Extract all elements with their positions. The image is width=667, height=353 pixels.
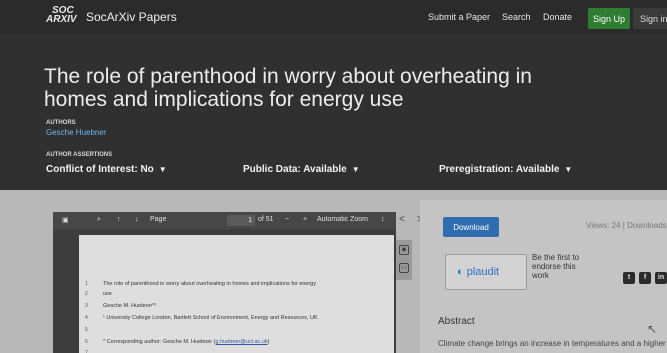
page-total: of 51 xyxy=(258,216,274,223)
twitter-icon[interactable]: t xyxy=(623,272,635,284)
sign-up-button[interactable]: Sign Up xyxy=(588,8,630,29)
line-number: 4 xyxy=(85,315,88,321)
author-link[interactable]: Gesche Huebner xyxy=(46,128,106,137)
conflict-of-interest-dropdown[interactable]: Conflict of Interest: No ▼ xyxy=(46,164,167,175)
abstract-text: Climate change brings an increase in tem… xyxy=(438,339,666,348)
abstract-heading: Abstract xyxy=(438,316,475,327)
submit-paper-link[interactable]: Submit a Paper xyxy=(428,12,490,22)
corresponding-author-text: * Corresponding author: Gesche M. Huebne… xyxy=(103,339,213,345)
facebook-icon[interactable]: f xyxy=(639,272,651,284)
plaudit-widget[interactable]: ◐ plaudit xyxy=(445,254,527,290)
eye-icon[interactable]: ◉ xyxy=(399,245,409,255)
doc-line: ¹ University College London, Bartlett Sc… xyxy=(103,315,318,321)
caret-down-icon: ▼ xyxy=(351,165,360,174)
top-navbar: SOC ARXIV SocArXiv Papers Submit a Paper… xyxy=(0,0,667,34)
line-number: 3 xyxy=(85,303,88,309)
pdf-toolbar: ▣ ⌕ ↑ ↓ Page 1 of 51 − + Automatic Zoom … xyxy=(53,212,396,229)
doc-line: Gesche M. Huebner*¹ xyxy=(103,303,157,309)
details-panel: Download Views: 24 | Downloads ◐ plaudit… xyxy=(420,200,667,353)
page-label: Page xyxy=(150,216,167,223)
preregistration-label: Preregistration: Available xyxy=(439,164,560,175)
line-number: 6 xyxy=(85,339,88,345)
views-count: Views: 24 | Downloads xyxy=(586,221,667,230)
search-icon[interactable]: ⌕ xyxy=(97,216,101,224)
authors-heading: AUTHORS xyxy=(46,120,76,126)
socarxiv-logo[interactable]: SOC ARXIV xyxy=(46,6,77,28)
plaudit-label: plaudit xyxy=(466,266,500,278)
email-link[interactable]: g.huebner@ucl.ac.uk xyxy=(216,339,268,345)
logo-text-bottom: ARXIV xyxy=(46,14,77,25)
donate-link[interactable]: Donate xyxy=(543,12,572,22)
plaudit-logo: ◐ plaudit xyxy=(457,266,500,278)
viewer-side-buttons: ◉ ▭ xyxy=(396,240,412,280)
public-data-dropdown[interactable]: Public Data: Available ▼ xyxy=(243,164,360,175)
line-number: 2 xyxy=(85,291,88,297)
preregistration-dropdown[interactable]: Preregistration: Available ▼ xyxy=(439,164,572,175)
doc-line: * Corresponding author: Gesche M. Huebne… xyxy=(103,339,270,345)
zoom-out-icon[interactable]: − xyxy=(285,216,289,223)
caret-down-icon: ▼ xyxy=(158,165,167,174)
mouse-cursor-icon: ↖ xyxy=(647,322,658,336)
screen: SOC ARXIV SocArXiv Papers Submit a Paper… xyxy=(0,0,667,353)
comment-icon[interactable]: ▭ xyxy=(399,263,409,273)
linkedin-icon[interactable]: in xyxy=(655,272,667,284)
previous-page-icon[interactable]: ↑ xyxy=(117,216,121,223)
search-link[interactable]: Search xyxy=(502,12,531,22)
zoom-in-icon[interactable]: + xyxy=(303,216,307,223)
preprint-header: The role of parenthood in worry about ov… xyxy=(0,34,667,190)
caret-down-icon: ▼ xyxy=(564,165,573,174)
public-data-label: Public Data: Available xyxy=(243,164,347,175)
download-button[interactable]: Download xyxy=(443,217,499,237)
zoom-select[interactable]: Automatic Zoom xyxy=(317,216,368,223)
zoom-select-caret-icon: ↕ xyxy=(381,216,385,223)
sidebar-toggle-icon[interactable]: ▣ xyxy=(62,216,69,224)
conflict-of-interest-label: Conflict of Interest: No xyxy=(46,164,154,175)
line-number: 5 xyxy=(85,327,88,333)
pdf-viewer[interactable]: ▣ ⌕ ↑ ↓ Page 1 of 51 − + Automatic Zoom … xyxy=(53,212,396,353)
doc-line: use xyxy=(103,291,112,297)
brand-link[interactable]: SocArXiv Papers xyxy=(86,10,177,24)
page-number-input[interactable]: 1 xyxy=(227,215,255,226)
assertions-heading: AUTHOR ASSERTIONS xyxy=(46,152,113,158)
page-title: The role of parenthood in worry about ov… xyxy=(44,65,532,111)
line-number: 1 xyxy=(85,281,88,287)
pdf-page: 1 The role of parenthood in worry about … xyxy=(79,235,394,353)
doc-line: The role of parenthood in worry about ov… xyxy=(103,281,317,287)
sign-in-button[interactable]: Sign in xyxy=(633,8,667,29)
collapse-left-icon[interactable]: < xyxy=(399,214,405,225)
main-content: ▣ ⌕ ↑ ↓ Page 1 of 51 − + Automatic Zoom … xyxy=(0,190,667,353)
endorse-text: Be the first to endorse this work xyxy=(532,253,580,280)
next-page-icon[interactable]: ↓ xyxy=(135,216,139,223)
